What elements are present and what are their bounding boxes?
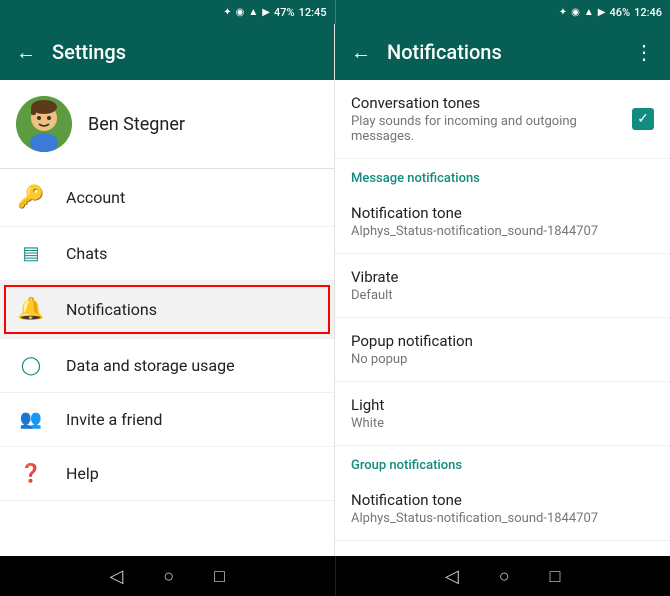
left-back-nav-button[interactable]: ◁	[109, 566, 123, 587]
right-back-icon[interactable]: ←	[351, 40, 371, 65]
right-panel: ← Notifications ⋮ Conversation tones Pla…	[335, 24, 670, 556]
msg-notification-tone-sub: Alphys_Status-notification_sound-1844707	[351, 224, 654, 239]
r-wifi-icon: ▲	[584, 7, 594, 18]
sidebar-item-data-storage[interactable]: ◯ Data and storage usage	[0, 339, 334, 393]
profile-section[interactable]: Ben Stegner	[0, 80, 334, 169]
wifi-icon: ▲	[248, 7, 258, 18]
left-status-bar: ✦ ◉ ▲ ▶ 47% 12:45	[0, 0, 336, 24]
msg-popup-label: Popup notification	[351, 332, 654, 350]
right-status-bar: ✦ ◉ ▲ ▶ 46% 12:46	[336, 0, 670, 24]
msg-popup-sub: No popup	[351, 352, 654, 367]
notifications-label: Notifications	[66, 300, 157, 319]
sidebar-item-account[interactable]: 🔑 Account	[0, 169, 334, 227]
sidebar-item-notifications[interactable]: 🔔 Notifications	[0, 281, 334, 339]
right-home-nav-button[interactable]: ○	[499, 566, 510, 587]
conversation-tones-item[interactable]: Conversation tones Play sounds for incom…	[335, 80, 670, 159]
right-back-nav-button[interactable]: ◁	[445, 566, 459, 587]
right-content: Conversation tones Play sounds for incom…	[335, 80, 670, 556]
left-header: ← Settings	[0, 24, 334, 80]
msg-popup-item[interactable]: Popup notification No popup	[335, 318, 670, 382]
more-options-icon[interactable]: ⋮	[634, 40, 654, 64]
msg-light-text: Light White	[351, 396, 654, 431]
conversation-tones-label: Conversation tones	[351, 94, 632, 112]
avatar	[16, 96, 72, 152]
profile-name: Ben Stegner	[88, 114, 185, 135]
conversation-tones-checkbox[interactable]: ✓	[632, 108, 654, 130]
msg-light-item[interactable]: Light White	[335, 382, 670, 446]
msg-notification-tone-label: Notification tone	[351, 204, 654, 222]
conversation-tones-sub: Play sounds for incoming and outgoing me…	[351, 114, 632, 144]
right-title: Notifications	[387, 40, 618, 64]
conversation-tones-text: Conversation tones Play sounds for incom…	[351, 94, 632, 144]
msg-vibrate-text: Vibrate Default	[351, 268, 654, 303]
invite-icon: 👥	[16, 409, 46, 430]
msg-popup-text: Popup notification No popup	[351, 332, 654, 367]
account-label: Account	[66, 188, 125, 207]
settings-title: Settings	[52, 40, 126, 64]
msg-vibrate-item[interactable]: Vibrate Default	[335, 254, 670, 318]
active-highlight-border	[4, 285, 330, 334]
bluetooth-icon: ✦	[223, 7, 231, 18]
grp-notification-tone-item[interactable]: Notification tone Alphys_Status-notifica…	[335, 477, 670, 541]
help-icon: ❓	[16, 463, 46, 484]
sidebar-item-invite[interactable]: 👥 Invite a friend	[0, 393, 334, 447]
r-signal-icon: ▶	[598, 7, 606, 18]
right-battery: 46%	[609, 6, 630, 19]
invite-label: Invite a friend	[66, 410, 162, 429]
grp-notification-tone-label: Notification tone	[351, 491, 654, 509]
right-header: ← Notifications ⋮	[335, 24, 670, 80]
grp-notification-tone-text: Notification tone Alphys_Status-notifica…	[351, 491, 654, 526]
back-icon[interactable]: ←	[16, 40, 36, 65]
notifications-icon: 🔔	[16, 297, 46, 322]
right-time: 12:46	[634, 6, 662, 19]
msg-notification-tone-text: Notification tone Alphys_Status-notifica…	[351, 204, 654, 239]
grp-notification-tone-sub: Alphys_Status-notification_sound-1844707	[351, 511, 654, 526]
message-notifications-header: Message notifications	[335, 159, 670, 190]
sidebar-item-chats[interactable]: ▤ Chats	[0, 227, 334, 281]
key-icon: ◉	[236, 7, 245, 18]
msg-notification-tone-item[interactable]: Notification tone Alphys_Status-notifica…	[335, 190, 670, 254]
data-icon: ◯	[16, 355, 46, 376]
grp-vibrate-item[interactable]: Vibrate Default	[335, 541, 670, 556]
r-bluetooth-icon: ✦	[559, 7, 567, 18]
left-nav-bar: ◁ ○ □	[0, 556, 336, 596]
account-icon: 🔑	[16, 185, 46, 210]
left-panel: ← Settings	[0, 24, 335, 556]
data-label: Data and storage usage	[66, 356, 235, 375]
right-recent-nav-button[interactable]: □	[550, 566, 561, 587]
left-home-nav-button[interactable]: ○	[163, 566, 174, 587]
left-recent-nav-button[interactable]: □	[214, 566, 225, 587]
help-label: Help	[66, 464, 99, 483]
chats-label: Chats	[66, 244, 107, 263]
checkmark-icon: ✓	[637, 111, 649, 127]
msg-vibrate-label: Vibrate	[351, 268, 654, 286]
signal-icon: ▶	[262, 7, 270, 18]
left-battery: 47%	[274, 6, 295, 19]
group-notifications-header: Group notifications	[335, 446, 670, 477]
left-time: 12:45	[299, 6, 327, 19]
msg-vibrate-sub: Default	[351, 288, 654, 303]
chats-icon: ▤	[16, 243, 46, 264]
sidebar-item-help[interactable]: ❓ Help	[0, 447, 334, 501]
msg-light-label: Light	[351, 396, 654, 414]
msg-light-sub: White	[351, 416, 654, 431]
r-key-icon: ◉	[571, 7, 580, 18]
right-nav-bar: ◁ ○ □	[336, 556, 670, 596]
